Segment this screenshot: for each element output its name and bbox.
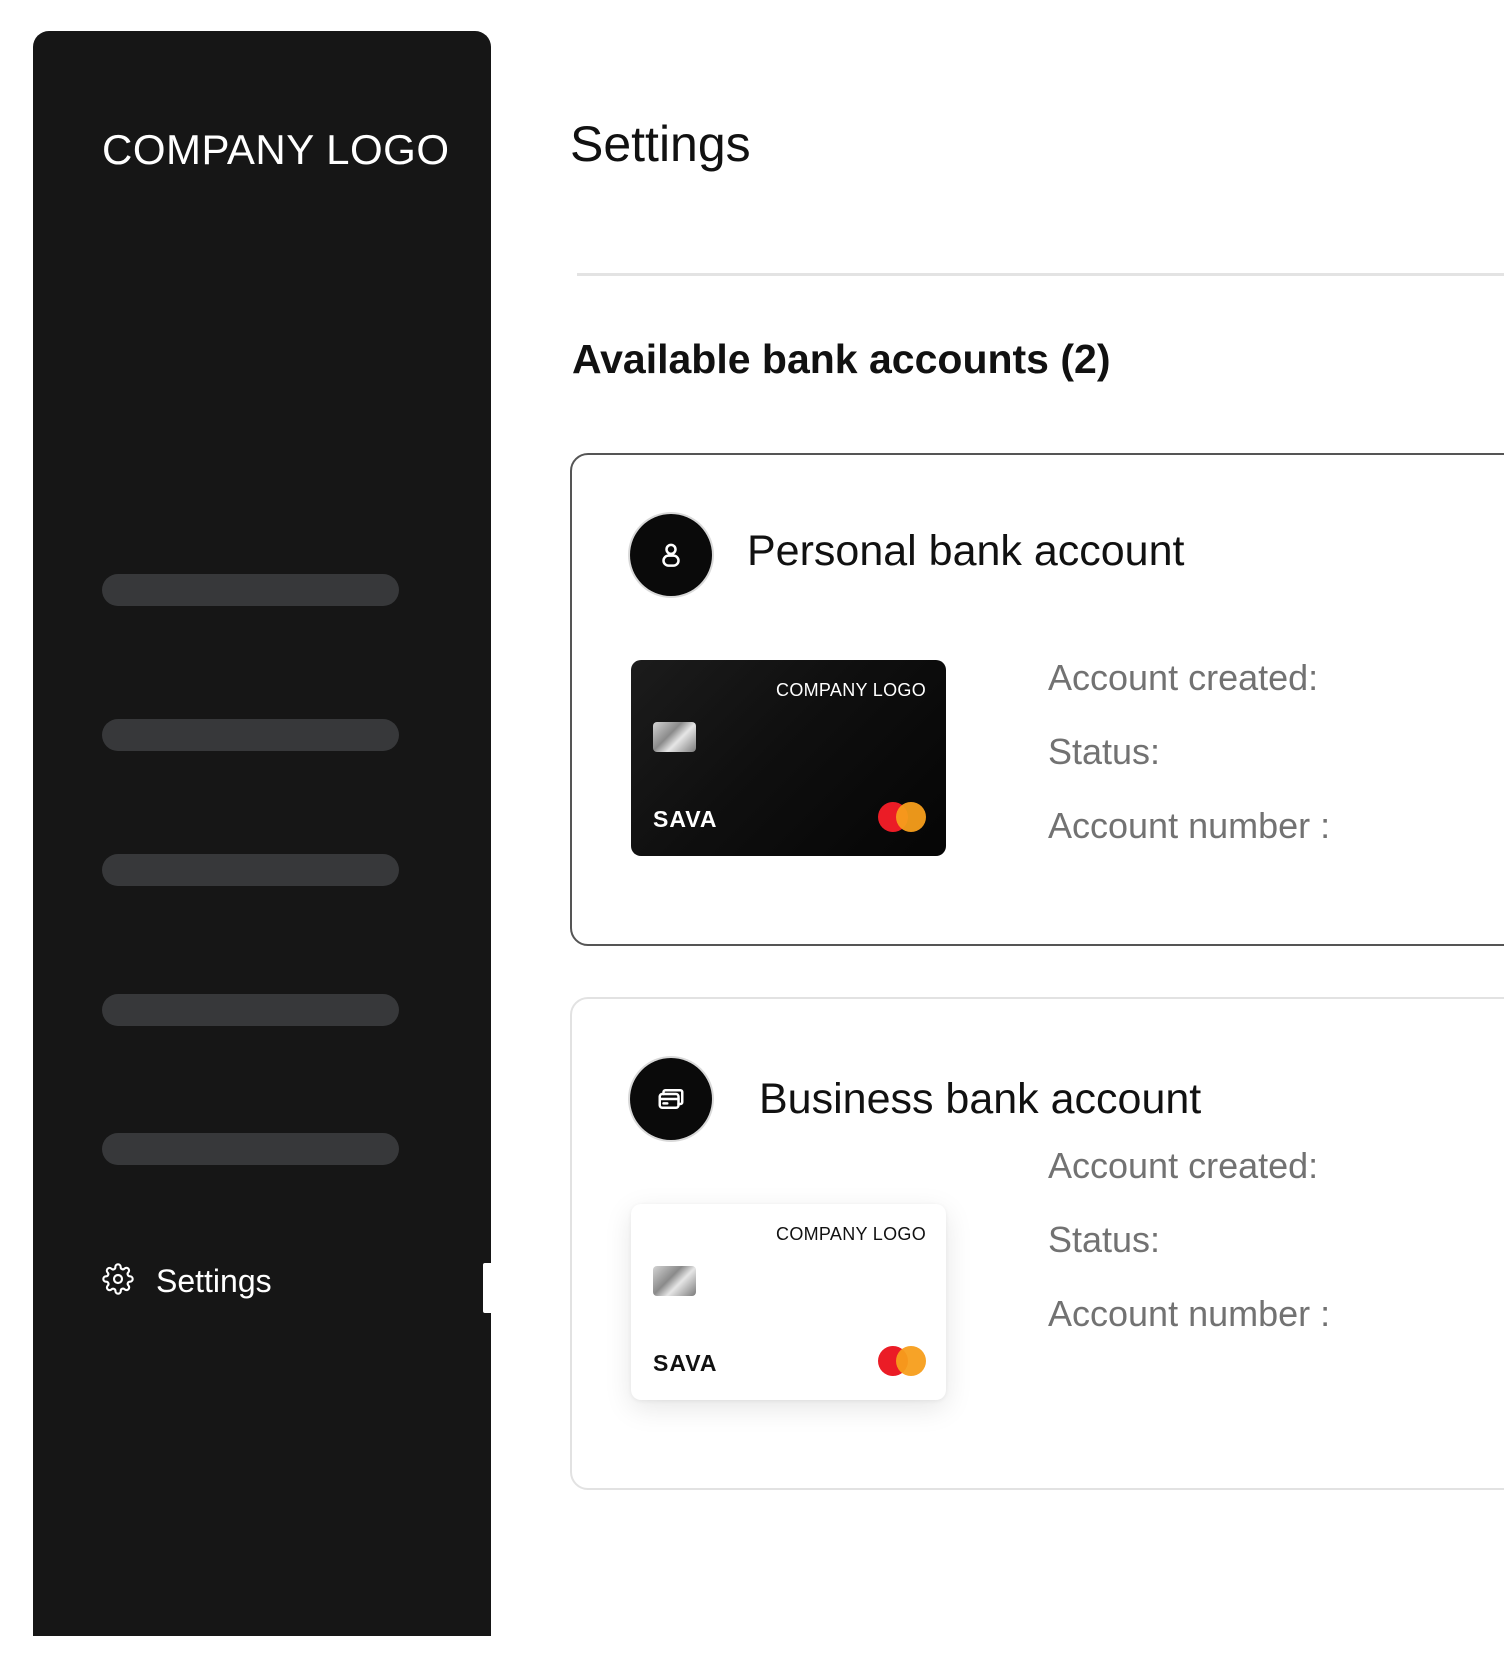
active-nav-indicator <box>483 1263 493 1313</box>
page: COMPANY LOGO Settings Settings Available… <box>0 0 1504 1667</box>
nav-item-placeholder[interactable] <box>102 854 399 886</box>
section-title: Available bank accounts (2) <box>572 336 1111 382</box>
account-card-personal[interactable]: Personal bank account COMPANY LOGO SAVA … <box>570 453 1504 946</box>
divider <box>577 273 1504 276</box>
account-created-label: Account created: <box>1048 1145 1319 1186</box>
account-number-label: Account number : <box>1048 1293 1331 1334</box>
card-company-logo: COMPANY LOGO <box>776 680 926 700</box>
gear-icon <box>102 1262 134 1300</box>
status-label: Status: <box>1048 1219 1161 1260</box>
account-title: Business bank account <box>759 1075 1202 1123</box>
chip-icon <box>653 1266 696 1296</box>
page-title: Settings <box>570 116 751 172</box>
card-company-logo: COMPANY LOGO <box>776 1224 926 1244</box>
sidebar-company-logo: COMPANY LOGO <box>102 126 450 173</box>
account-created-label: Account created: <box>1048 657 1319 698</box>
nav-settings-label: Settings <box>156 1262 272 1299</box>
account-title: Personal bank account <box>747 527 1185 575</box>
user-icon <box>630 514 712 596</box>
nav-item-placeholder[interactable] <box>102 574 399 606</box>
status-label: Status: <box>1048 731 1161 772</box>
account-card-business[interactable]: Business bank account COMPANY LOGO SAVA … <box>570 997 1504 1490</box>
chip-icon <box>653 722 696 752</box>
account-details: Account created: Status: Account number … <box>1048 660 1330 882</box>
nav-item-placeholder[interactable] <box>102 994 399 1026</box>
card-brand: SAVA <box>653 1350 718 1376</box>
cards-icon <box>630 1058 712 1140</box>
nav-item-settings[interactable]: Settings <box>102 1261 272 1301</box>
card-brand: SAVA <box>653 806 718 832</box>
nav-item-placeholder[interactable] <box>102 719 399 751</box>
bank-card[interactable]: COMPANY LOGO SAVA <box>631 660 946 856</box>
mastercard-icon <box>878 1346 926 1376</box>
account-number-label: Account number : <box>1048 805 1331 846</box>
nav-item-placeholder[interactable] <box>102 1133 399 1165</box>
account-details: Account created: Status: Account number … <box>1048 1148 1330 1370</box>
sidebar: COMPANY LOGO Settings <box>33 31 493 1636</box>
bank-card[interactable]: COMPANY LOGO SAVA <box>631 1204 946 1400</box>
mastercard-icon <box>878 802 926 832</box>
